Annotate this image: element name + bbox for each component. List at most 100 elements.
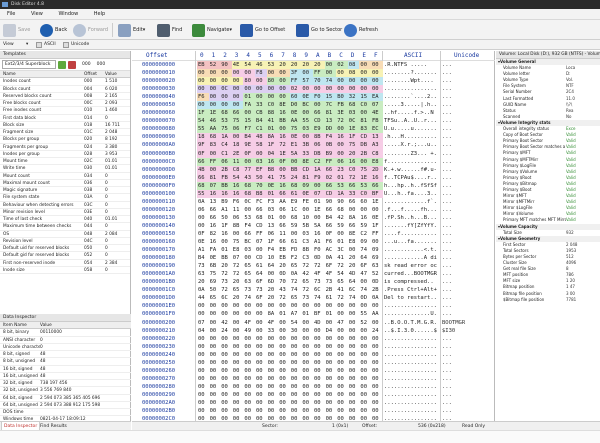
hex-byte[interactable]: 00 bbox=[349, 77, 356, 85]
hex-byte[interactable]: 00 bbox=[244, 367, 251, 375]
hex-row[interactable]: 0000000070 54 46 53 75 15 B4 41 BB AA 55 CD 13 72 0C 81… bbox=[132, 117, 495, 126]
hex-byte[interactable]: 60 bbox=[291, 93, 298, 101]
hex-byte[interactable]: 00 bbox=[349, 327, 356, 335]
hex-byte[interactable]: 15 bbox=[326, 93, 333, 101]
hex-byte[interactable]: 00 bbox=[244, 335, 251, 343]
hex-byte[interactable]: B4 bbox=[326, 214, 333, 222]
hex-byte[interactable]: 00 bbox=[291, 359, 298, 367]
hex-byte[interactable]: 00 bbox=[233, 359, 240, 367]
hex-byte[interactable]: 65 bbox=[337, 278, 344, 286]
hex-byte[interactable]: 4E bbox=[233, 61, 240, 69]
hex-byte[interactable]: 00 bbox=[233, 367, 240, 375]
unicode-text[interactable]: ... bbox=[442, 174, 492, 182]
hex-byte[interactable]: FB bbox=[372, 117, 379, 125]
hex-byte[interactable]: 58 bbox=[256, 141, 263, 149]
goto-sector-button[interactable]: Go to Sector bbox=[296, 22, 342, 38]
hex-byte[interactable]: 00 bbox=[210, 69, 217, 77]
hex-byte[interactable]: 00 bbox=[349, 302, 356, 310]
hex-byte[interactable]: BF bbox=[314, 310, 321, 318]
hex-row[interactable]: 0000000150 0F 82 16 00 66 FF 06 11 00 03 16 0F 00 8E C2… bbox=[132, 230, 495, 238]
hex-byte[interactable]: 73 bbox=[256, 286, 263, 294]
hex-byte[interactable]: 00 bbox=[210, 302, 217, 310]
hex-byte[interactable]: 00 bbox=[233, 335, 240, 343]
unicode-text[interactable]: ... bbox=[442, 246, 492, 254]
hex-row[interactable]: 00000001A0 63 75 72 72 65 64 00 0D 0A 42 4F 4F 54 4D 47… bbox=[132, 270, 495, 278]
hex-byte[interactable]: 00 bbox=[349, 359, 356, 367]
template-field-row[interactable]: Inode size 058 0 bbox=[0, 267, 130, 274]
hex-byte[interactable]: A1 bbox=[198, 246, 205, 254]
hex-byte[interactable]: 03 bbox=[349, 109, 356, 117]
hex-byte[interactable]: 00 bbox=[360, 359, 367, 367]
unicode-text[interactable]: ... bbox=[442, 294, 492, 302]
template-field-row[interactable]: Fragment size 01C 2 048 bbox=[0, 129, 130, 137]
unicode-text[interactable]: ... bbox=[442, 150, 492, 158]
hex-byte[interactable]: 00 bbox=[326, 407, 333, 415]
hex-byte[interactable]: 8A bbox=[268, 133, 275, 141]
hex-row[interactable]: 0000000210 04 00 24 00 49 00 33 00 30 00 00 D4 00 00 00… bbox=[132, 327, 495, 335]
hex-row[interactable]: 0000000200 07 00 42 00 4F 00 4F 00 54 00 4D 00 47 00 52… bbox=[132, 319, 495, 327]
hex-row[interactable]: 0000000010 00 00 00 00 00 F8 00 00 3F 00 FF 00 00 08 00… bbox=[132, 69, 495, 78]
template-field-row[interactable]: Blocks count 004 6 020 bbox=[0, 86, 130, 93]
hex-byte[interactable]: 6C bbox=[349, 286, 356, 294]
hex-byte[interactable]: 00 bbox=[233, 310, 240, 318]
hex-byte[interactable]: 00 bbox=[279, 319, 286, 327]
hex-byte[interactable]: 6F bbox=[360, 262, 367, 270]
hex-byte[interactable]: 73 bbox=[221, 278, 228, 286]
hex-byte[interactable]: 00 bbox=[244, 383, 251, 391]
ascii-text[interactable]: .Press Ctrl+Alt+ bbox=[384, 286, 438, 294]
hex-byte[interactable]: B8 bbox=[268, 166, 275, 174]
hex-byte[interactable]: 00 bbox=[302, 375, 309, 383]
unicode-text[interactable]: ... bbox=[442, 310, 492, 318]
hex-byte[interactable]: 00 bbox=[198, 222, 205, 230]
hex-byte[interactable]: 00 bbox=[372, 238, 379, 246]
hex-byte[interactable]: 8B bbox=[233, 222, 240, 230]
hex-byte[interactable]: 66 bbox=[210, 214, 217, 222]
hex-byte[interactable]: 64 bbox=[349, 278, 356, 286]
hex-byte[interactable]: 00 bbox=[279, 399, 286, 407]
hex-byte[interactable]: 00 bbox=[372, 85, 379, 93]
hex-byte[interactable]: 68 bbox=[198, 182, 205, 190]
hex-byte[interactable]: F3 bbox=[268, 198, 275, 206]
hex-byte[interactable]: 00 bbox=[360, 399, 367, 407]
hex-byte[interactable]: 00 bbox=[210, 166, 217, 174]
hex-byte[interactable]: 01 bbox=[326, 310, 333, 318]
hex-byte[interactable]: B0 bbox=[337, 93, 344, 101]
hex-byte[interactable]: 00 bbox=[244, 254, 251, 262]
hex-byte[interactable]: 00 bbox=[256, 359, 263, 367]
inspector-row[interactable]: 64 bit, signed 2 594 073 385 365 405 696 bbox=[0, 395, 131, 402]
hex-byte[interactable]: 5A bbox=[314, 222, 321, 230]
hex-byte[interactable]: BF bbox=[372, 190, 379, 198]
hex-byte[interactable]: 90 bbox=[326, 198, 333, 206]
hex-byte[interactable]: F0 bbox=[314, 93, 321, 101]
hex-byte[interactable]: 80 bbox=[268, 77, 275, 85]
hex-byte[interactable]: FF bbox=[256, 230, 263, 238]
hex-byte[interactable]: D4 bbox=[326, 327, 333, 335]
ascii-text[interactable]: ................ bbox=[384, 391, 438, 399]
hex-byte[interactable]: 03 bbox=[268, 206, 275, 214]
menu-file[interactable]: File bbox=[0, 9, 22, 20]
unicode-text[interactable]: ... bbox=[442, 222, 492, 230]
hex-byte[interactable]: 16 bbox=[233, 190, 240, 198]
hex-byte[interactable]: C3 bbox=[302, 254, 309, 262]
hex-byte[interactable]: 64 bbox=[360, 254, 367, 262]
hex-row[interactable]: 0000000040 F6 00 00 00 01 00 00 00 60 0E F0 15 B0 32 15… bbox=[132, 93, 495, 102]
unicode-text[interactable]: ... bbox=[442, 407, 492, 415]
hex-byte[interactable]: 8A bbox=[268, 310, 275, 318]
hex-byte[interactable]: 3E bbox=[337, 109, 344, 117]
ascii-text[interactable]: ........Z3... +. bbox=[384, 150, 438, 158]
hex-byte[interactable]: 16 bbox=[233, 182, 240, 190]
hex-byte[interactable]: 10 bbox=[268, 254, 275, 262]
hex-byte[interactable]: 00 bbox=[198, 383, 205, 391]
hex-byte[interactable]: 6D bbox=[268, 278, 275, 286]
hex-byte[interactable]: FF bbox=[326, 158, 333, 166]
hex-byte[interactable]: 16 bbox=[268, 158, 275, 166]
ascii-text[interactable]: ................ bbox=[384, 343, 438, 351]
hex-byte[interactable]: 00 bbox=[314, 182, 321, 190]
hex-byte[interactable]: 00 bbox=[291, 375, 298, 383]
hex-byte[interactable]: 11 bbox=[279, 230, 286, 238]
ascii-text[interactable]: .............f`. bbox=[384, 198, 438, 206]
hex-byte[interactable]: 00 bbox=[302, 359, 309, 367]
hex-byte[interactable]: 01 bbox=[268, 214, 275, 222]
hex-byte[interactable]: 75 bbox=[210, 270, 217, 278]
ascii-text[interactable]: ................ bbox=[384, 335, 438, 343]
